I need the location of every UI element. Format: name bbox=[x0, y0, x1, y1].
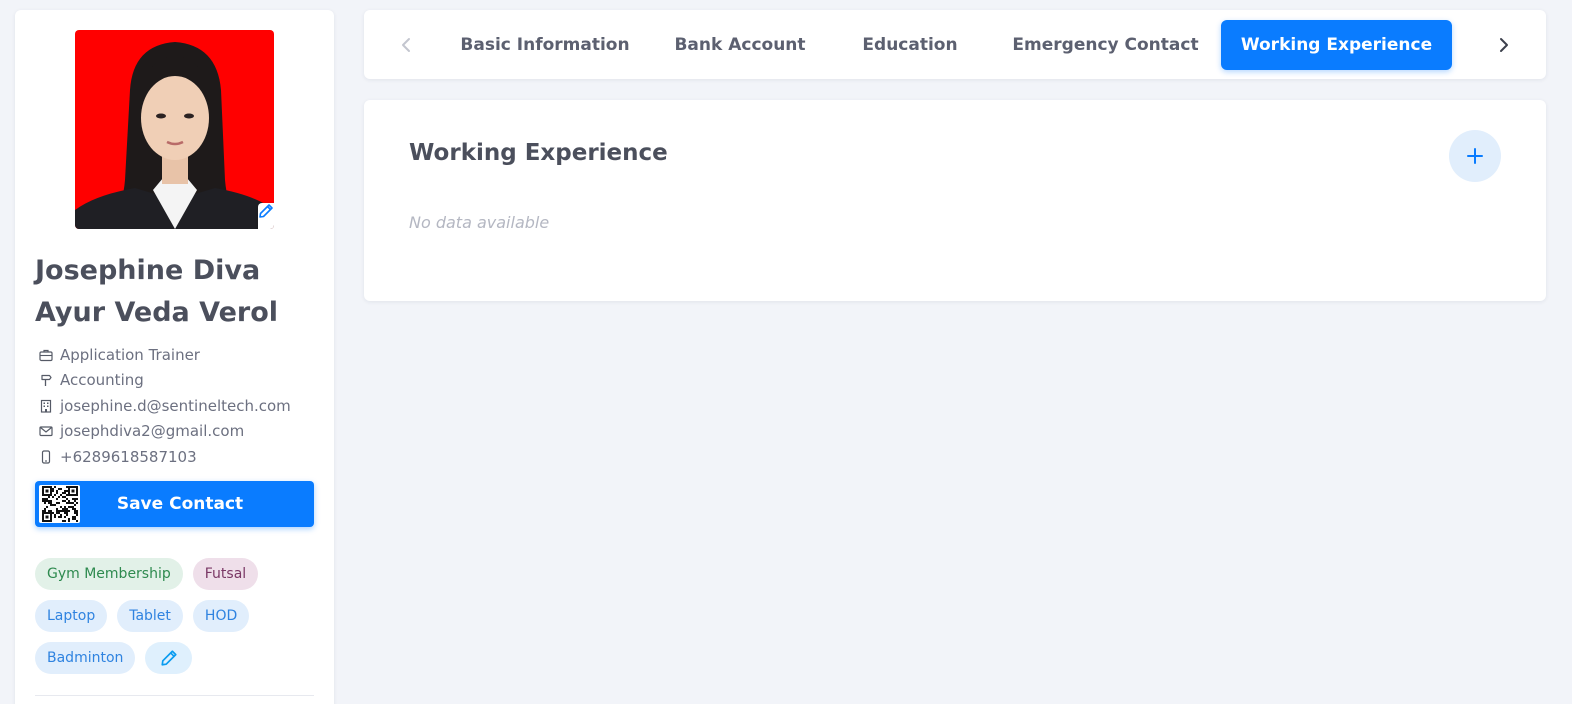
tab-education[interactable]: Education bbox=[844, 20, 976, 70]
chevron-right-icon bbox=[1500, 38, 1508, 52]
tab-bank-account[interactable]: Bank Account bbox=[656, 20, 824, 70]
section-title: Working Experience bbox=[409, 140, 668, 166]
profile-card: Josephine Diva Ayur Veda Verol Applicati… bbox=[15, 10, 334, 704]
tag-row-2: Laptop Tablet HOD bbox=[35, 600, 325, 632]
tag-row-1: Gym Membership Futsal bbox=[35, 558, 325, 590]
tag-laptop[interactable]: Laptop bbox=[35, 600, 108, 632]
profile-divider bbox=[35, 695, 314, 696]
tab-basic-information[interactable]: Basic Information bbox=[454, 20, 636, 70]
personal-email-text[interactable]: josephdiva2@gmail.com bbox=[60, 422, 244, 440]
pencil-icon bbox=[161, 650, 177, 666]
tag-futsal[interactable]: Futsal bbox=[192, 558, 259, 590]
info-job-title: Application Trainer bbox=[39, 342, 324, 368]
work-email-text[interactable]: josephine.d@sentineltech.com bbox=[60, 397, 291, 415]
save-contact-button[interactable]: Save Contact bbox=[35, 481, 314, 527]
profile-photo bbox=[75, 30, 274, 229]
building-icon bbox=[39, 399, 53, 413]
profile-info-list: Application Trainer Accounting josephine… bbox=[39, 342, 324, 470]
profile-name: Josephine Diva Ayur Veda Verol bbox=[35, 255, 278, 328]
tag-list: Gym Membership Futsal Laptop Tablet HOD … bbox=[35, 558, 325, 684]
phone-icon bbox=[39, 450, 53, 464]
plus-icon bbox=[1467, 148, 1483, 164]
profile-photo-illustration bbox=[75, 42, 274, 229]
tag-row-3: Badminton bbox=[35, 642, 325, 674]
tab-emergency-contact[interactable]: Emergency Contact bbox=[1004, 20, 1207, 70]
briefcase-icon bbox=[39, 348, 53, 362]
info-personal-email: josephdiva2@gmail.com bbox=[39, 419, 324, 445]
tab-next-button[interactable] bbox=[1492, 33, 1516, 57]
add-working-experience-button[interactable] bbox=[1449, 130, 1501, 182]
info-work-email: josephine.d@sentineltech.com bbox=[39, 393, 324, 419]
tab-working-experience[interactable]: Working Experience bbox=[1221, 20, 1452, 70]
empty-state-text: No data available bbox=[409, 213, 550, 232]
signpost-icon bbox=[39, 373, 53, 387]
save-contact-label: Save Contact bbox=[116, 494, 244, 514]
envelope-icon bbox=[39, 424, 53, 438]
qr-code-icon bbox=[39, 485, 80, 523]
tag-tablet[interactable]: Tablet bbox=[117, 600, 183, 632]
tag-gym-membership[interactable]: Gym Membership bbox=[35, 558, 183, 590]
info-department: Accounting bbox=[39, 368, 324, 394]
job-title-text: Application Trainer bbox=[60, 345, 200, 364]
working-experience-card: Working Experience No data available bbox=[364, 100, 1546, 301]
chevron-left-icon bbox=[402, 38, 410, 52]
tag-hod[interactable]: HOD bbox=[192, 600, 250, 632]
phone-text[interactable]: +6289618587103 bbox=[60, 448, 197, 466]
pencil-icon bbox=[259, 204, 273, 218]
photo-edit-button[interactable] bbox=[258, 203, 274, 229]
info-phone: +6289618587103 bbox=[39, 444, 324, 470]
department-text: Accounting bbox=[60, 371, 144, 390]
tag-badminton[interactable]: Badminton bbox=[35, 642, 136, 674]
edit-tags-button[interactable] bbox=[145, 642, 193, 674]
profile-tab-bar: Basic Information Bank Account Education… bbox=[364, 10, 1546, 79]
tab-prev-button[interactable] bbox=[394, 33, 418, 57]
